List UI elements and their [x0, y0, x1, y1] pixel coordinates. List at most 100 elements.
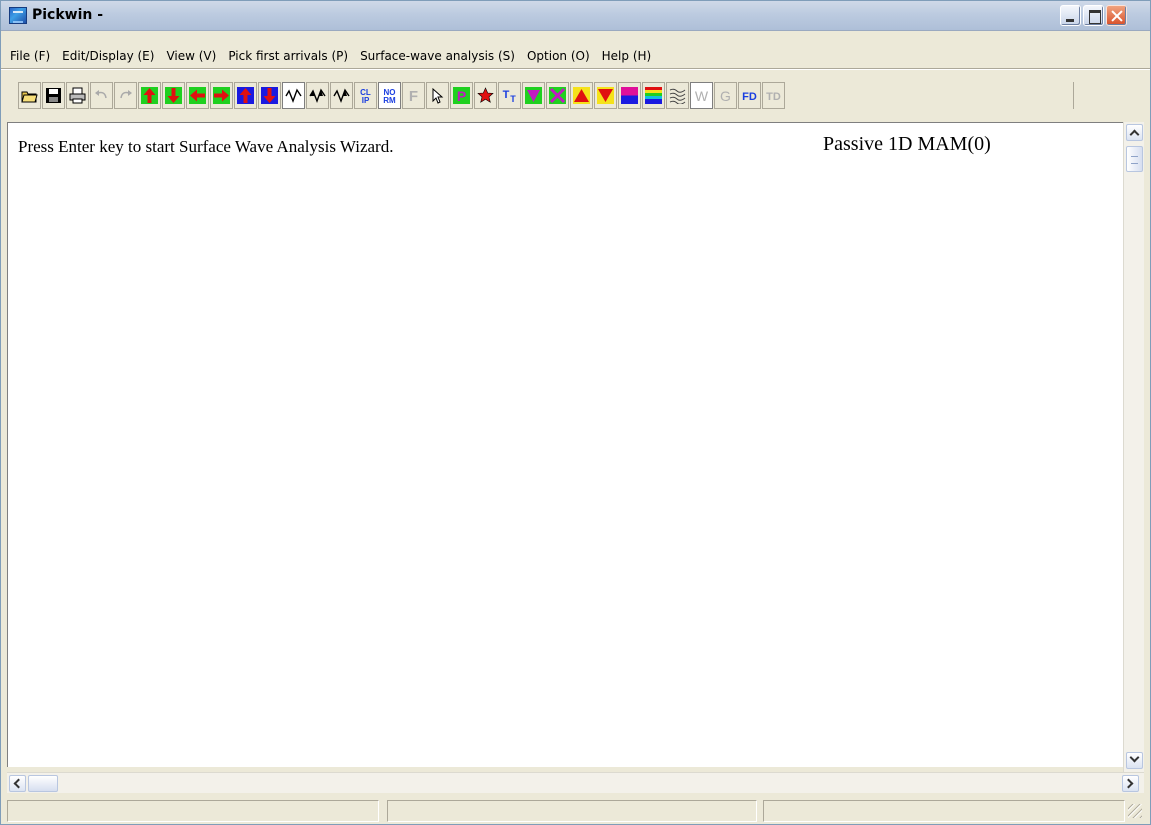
wiggle-image-button[interactable]	[666, 82, 689, 109]
pointer-icon	[432, 87, 444, 104]
scroll-right-button[interactable]	[1122, 775, 1139, 792]
tt-icon: T T	[503, 89, 517, 104]
toolbar: CL IP NO RM F P T T W G FD TD	[7, 73, 1143, 119]
rainbow-bar-icon	[645, 87, 662, 104]
scroll-left-button[interactable]	[9, 775, 26, 792]
rainbow-bar-button[interactable]	[642, 82, 665, 109]
w-button[interactable]: W	[690, 82, 713, 109]
waveform-variable-icon	[333, 88, 350, 103]
shift-up-button[interactable]	[138, 82, 161, 109]
close-button[interactable]	[1106, 5, 1127, 26]
f-icon: F	[409, 88, 418, 104]
blue-arrow-down-icon	[261, 87, 278, 104]
pick-p-icon: P	[453, 87, 470, 104]
menu-option[interactable]: Option (O)	[521, 49, 596, 63]
red-triangle-up-icon	[573, 87, 590, 104]
fd-button[interactable]: FD	[738, 82, 761, 109]
td-icon: TD	[766, 91, 781, 103]
g-button[interactable]: G	[714, 82, 737, 109]
vertical-scrollbar[interactable]	[1123, 122, 1144, 772]
menu-surface-wave-analysis[interactable]: Surface-wave analysis (S)	[354, 49, 521, 63]
variable-wiggle-button[interactable]	[330, 82, 353, 109]
title-bar[interactable]: Pickwin -	[1, 1, 1150, 31]
td-button[interactable]: TD	[762, 82, 785, 109]
redo-button[interactable]	[114, 82, 137, 109]
arrow-left-icon	[189, 87, 206, 104]
f-button[interactable]: F	[402, 82, 425, 109]
menu-pick-first-arrivals[interactable]: Pick first arrivals (P)	[222, 49, 354, 63]
waveform-canvas[interactable]: Press Enter key to start Surface Wave An…	[7, 122, 1123, 767]
horizontal-scroll-thumb[interactable]	[28, 775, 58, 792]
window-title: Pickwin -	[32, 7, 104, 23]
status-pane-main	[7, 800, 379, 822]
shift-left-button[interactable]	[186, 82, 209, 109]
toolbar-buttons: CL IP NO RM F P T T W G FD TD	[18, 82, 785, 109]
horizontal-scrollbar[interactable]	[7, 772, 1144, 793]
svg-text:IP: IP	[362, 96, 370, 104]
svg-text:F: F	[409, 88, 418, 104]
arrow-down-icon	[165, 87, 182, 104]
clip-button[interactable]: CL IP	[354, 82, 377, 109]
app-window: Pickwin - File (F) Edit/Display (E) View…	[0, 0, 1151, 825]
pick-p-button[interactable]: P	[450, 82, 473, 109]
scroll-up-button[interactable]	[1126, 124, 1143, 141]
green-check-button[interactable]	[522, 82, 545, 109]
svg-text:RM: RM	[383, 96, 396, 104]
svg-text:T: T	[503, 89, 510, 101]
scroll-down-button[interactable]	[1126, 752, 1143, 769]
green-x-icon	[549, 87, 566, 104]
undo-icon	[95, 90, 107, 99]
svg-text:FD: FD	[742, 91, 757, 103]
save-button[interactable]	[42, 82, 65, 109]
menu-bar: File (F) Edit/Display (E) View (V) Pick …	[1, 45, 1150, 67]
red-triangle-down-icon	[597, 87, 614, 104]
blue-arrow-up-icon	[237, 87, 254, 104]
toolbar-divider	[1073, 82, 1074, 109]
triangle-down-button[interactable]	[594, 82, 617, 109]
green-check-icon	[525, 87, 542, 104]
svg-text:P: P	[457, 88, 466, 104]
print-button[interactable]	[66, 82, 89, 109]
shift-right-button[interactable]	[210, 82, 233, 109]
waveform-filled-icon	[309, 88, 326, 103]
minimize-button[interactable]	[1060, 5, 1081, 26]
triangle-up-button[interactable]	[570, 82, 593, 109]
arrow-up-icon	[141, 87, 158, 104]
waveform-icon	[285, 88, 302, 103]
undo-button[interactable]	[90, 82, 113, 109]
redo-icon	[120, 90, 132, 99]
open-folder-icon	[21, 91, 38, 103]
pointer-button[interactable]	[426, 82, 449, 109]
menu-file[interactable]: File (F)	[4, 49, 56, 63]
clip-icon: CL IP	[360, 88, 371, 104]
menu-help[interactable]: Help (H)	[596, 49, 658, 63]
chevron-right-icon	[1123, 778, 1134, 789]
status-pane-right	[763, 800, 1125, 822]
scale-up-button[interactable]	[234, 82, 257, 109]
arrow-right-icon	[213, 87, 230, 104]
open-button[interactable]	[18, 82, 41, 109]
maximize-button[interactable]	[1083, 5, 1104, 26]
variable-area-button[interactable]	[306, 82, 329, 109]
travel-time-button[interactable]: T T	[498, 82, 521, 109]
resize-grip[interactable]	[1128, 804, 1142, 818]
save-icon	[46, 88, 61, 103]
svg-text:G: G	[720, 88, 731, 104]
wiggle-button[interactable]	[282, 82, 305, 109]
svg-text:T: T	[510, 94, 516, 104]
w-icon: W	[695, 88, 709, 104]
pickwin-app-icon[interactable]	[9, 7, 27, 24]
color-bar-icon	[621, 87, 638, 104]
scale-down-button[interactable]	[258, 82, 281, 109]
normalize-button[interactable]: NO RM	[378, 82, 401, 109]
menu-view[interactable]: View (V)	[160, 49, 222, 63]
color-bar-button[interactable]	[618, 82, 641, 109]
shift-down-button[interactable]	[162, 82, 185, 109]
chevron-up-icon	[1129, 129, 1140, 140]
menu-divider	[1, 68, 1150, 70]
menu-edit-display[interactable]: Edit/Display (E)	[56, 49, 160, 63]
vertical-scroll-thumb[interactable]	[1126, 146, 1143, 172]
status-pane-middle	[387, 800, 757, 822]
green-x-button[interactable]	[546, 82, 569, 109]
star-button[interactable]	[474, 82, 497, 109]
